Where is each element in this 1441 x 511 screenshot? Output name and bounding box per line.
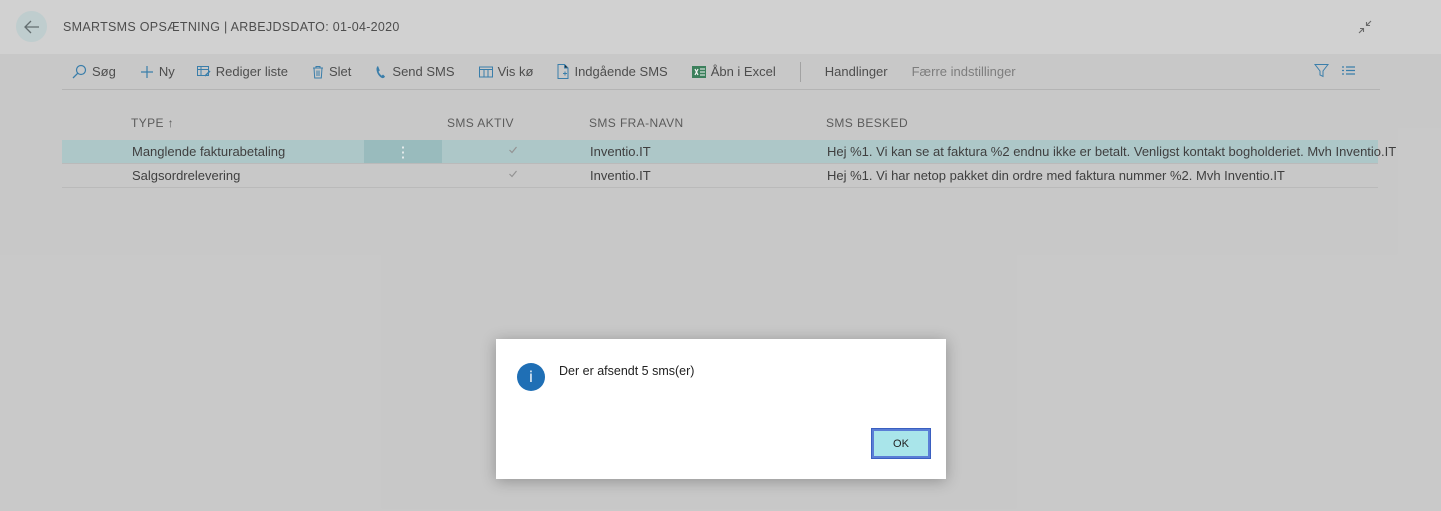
info-icon: i: [517, 363, 545, 391]
dialog-message: Der er afsendt 5 sms(er): [559, 364, 695, 378]
ok-button[interactable]: OK: [871, 428, 931, 459]
message-dialog: i Der er afsendt 5 sms(er) OK: [496, 339, 946, 479]
